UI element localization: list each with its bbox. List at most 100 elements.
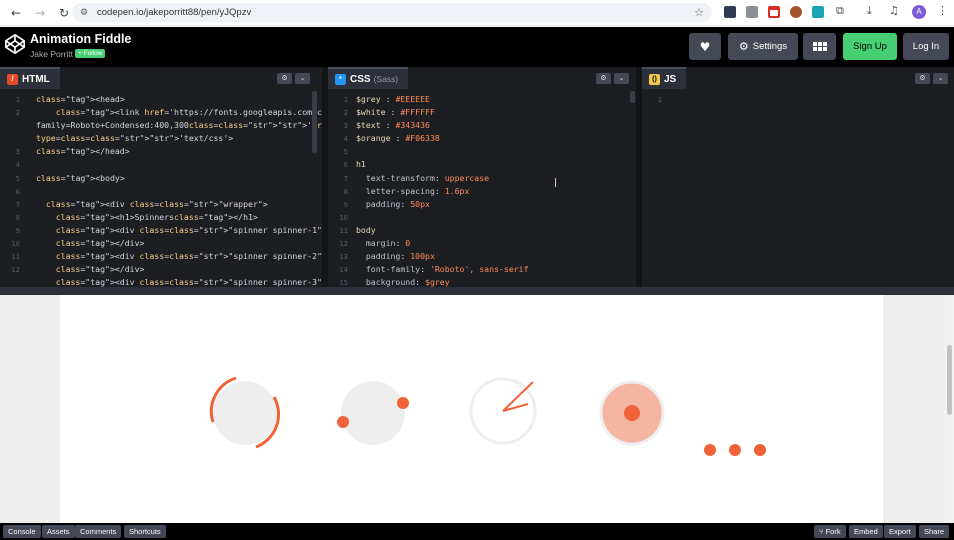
pen-author[interactable]: Jake Porritt: [30, 49, 73, 59]
heart-icon: ♥: [699, 39, 711, 54]
css-editor-pane: * CSS (Sass) ⚙ ⌄ 1 2 3 4 5 6 7 8 9 10 11…: [328, 67, 636, 287]
pen-title[interactable]: Animation Fiddle: [30, 32, 131, 46]
code-line[interactable]: class="tag"><body: [36, 173, 120, 183]
extensions-puzzle-icon[interactable]: ⧉: [836, 4, 844, 18]
gear-icon: ⚙: [738, 40, 749, 53]
follow-button[interactable]: + Follow: [75, 49, 106, 58]
js-tab-label: JS: [664, 73, 677, 85]
spinner-4: [599, 380, 665, 446]
preview-scrollbar-thumb[interactable]: [947, 345, 952, 415]
code-line[interactable]: letter-spacing: 1.6px: [356, 186, 470, 196]
codepen-logo-icon[interactable]: [4, 33, 26, 55]
css-code-area[interactable]: $grey : #EEEEEE $white : #FFFFFF $text :…: [356, 93, 529, 289]
code-line[interactable]: class="tag"></div: [36, 264, 140, 274]
preview-scrollbar[interactable]: [945, 295, 954, 523]
code-line[interactable]: $text : #343436: [356, 120, 430, 130]
js-line-numbers: 1: [657, 95, 662, 104]
code-line[interactable]: background: $grey: [356, 277, 450, 287]
code-line[interactable]: class="tag"></head: [36, 146, 125, 156]
bottom-bar: Console Assets Comments Shortcuts ⑂ Fork…: [0, 523, 954, 540]
code-line[interactable]: text-transform: uppercase: [356, 173, 489, 183]
code-line[interactable]: class="tag"><head: [36, 94, 120, 104]
menu-kebab-icon[interactable]: ⋮: [937, 4, 948, 17]
address-bar[interactable]: ⚙ codepen.io/jakeporritt88/pen/yJQpzv ☆: [72, 3, 712, 22]
html-editor-tab[interactable]: / HTML: [0, 67, 60, 89]
js-settings-icon[interactable]: ⚙: [915, 73, 930, 84]
fork-button[interactable]: ⑂ Fork: [814, 525, 846, 538]
download-icon[interactable]: ⤓: [867, 4, 872, 18]
extension-icon-2[interactable]: [746, 6, 758, 18]
code-line[interactable]: class="tag"><link: [36, 107, 140, 117]
forward-icon[interactable]: →: [32, 5, 48, 21]
code-line[interactable]: $white : #FFFFFF: [356, 107, 435, 117]
css-collapse-chevron-icon[interactable]: ⌄: [614, 73, 629, 84]
code-line[interactable]: font-family: 'Roboto', sans-serif: [356, 264, 529, 274]
comments-button[interactable]: Comments: [75, 525, 122, 538]
heart-button[interactable]: ♥: [689, 33, 721, 60]
html-settings-icon[interactable]: ⚙: [277, 73, 292, 84]
preview-area: [0, 295, 954, 523]
code-line[interactable]: class="tag"><div: [36, 277, 135, 287]
html-tab-label: HTML: [22, 73, 50, 85]
shortcuts-button[interactable]: Shortcuts: [124, 525, 166, 538]
assets-button[interactable]: Assets: [42, 525, 75, 538]
extension-icon-1[interactable]: [724, 6, 736, 18]
login-button[interactable]: Log In: [903, 33, 949, 60]
spinners-canvas: [209, 376, 766, 456]
css-tab-label: CSS: [350, 73, 371, 85]
code-line[interactable]: margin: 0: [356, 238, 410, 248]
export-button[interactable]: Export: [884, 525, 916, 538]
embed-button[interactable]: Embed: [849, 525, 883, 538]
layout-grid-icon: [812, 42, 827, 51]
code-line[interactable]: h1: [356, 159, 366, 169]
code-line[interactable]: $grey : #EEEEEE: [356, 94, 430, 104]
css-settings-icon[interactable]: ⚙: [596, 73, 611, 84]
media-icon[interactable]: ♫: [889, 4, 899, 17]
settings-button[interactable]: ⚙ Settings: [728, 33, 798, 60]
code-line[interactable]: padding: 100px: [356, 251, 435, 261]
preview-resizer[interactable]: [0, 287, 954, 295]
signup-button[interactable]: Sign Up: [843, 33, 897, 60]
gmail-icon[interactable]: [768, 6, 780, 18]
change-view-button[interactable]: [803, 33, 836, 60]
code-line[interactable]: type=class=class="str">"str": [36, 133, 174, 143]
spinner-5: [704, 444, 766, 456]
html-lang-icon: /: [7, 73, 18, 85]
bookmark-star-icon[interactable]: ☆: [694, 6, 704, 19]
extension-icon-5[interactable]: [812, 6, 824, 18]
reload-icon[interactable]: ↻: [56, 5, 72, 21]
js-editor-pane: () JS ⚙ ⌄ 1: [642, 67, 954, 287]
html-editor-pane: / HTML ⚙ ⌄ 1 2 3 4 5 6 7 8 9 10 11 12 cl…: [0, 67, 396, 287]
text-cursor-icon: [555, 178, 556, 187]
profile-avatar[interactable]: A: [912, 5, 926, 19]
fork-icon: ⑂: [819, 527, 824, 536]
spinner-1: [209, 376, 281, 449]
preview-wrapper: [60, 295, 883, 523]
code-line[interactable]: class="tag"><div: [36, 251, 135, 261]
console-button[interactable]: Console: [3, 525, 41, 538]
share-button[interactable]: Share: [919, 525, 950, 538]
url-text[interactable]: codepen.io/jakeporritt88/pen/yJQpzv: [97, 7, 251, 18]
site-info-icon[interactable]: ⚙: [80, 8, 90, 18]
js-lang-icon: (): [649, 73, 660, 85]
back-icon[interactable]: ←: [8, 5, 24, 21]
fork-label: Fork: [825, 527, 841, 536]
html-line-numbers: 1 2 3 4 5 6 7 8 9 10 11 12: [11, 95, 20, 275]
css-scrollbar[interactable]: [630, 91, 635, 103]
html-collapse-chevron-icon[interactable]: ⌄: [295, 73, 310, 84]
codepen-header: Animation Fiddle Jake Porritt + Follow ♥…: [0, 27, 954, 67]
code-line[interactable]: family=Roboto+Condensed:400,300class=cla…: [36, 120, 302, 130]
extension-icon-4[interactable]: [790, 6, 802, 18]
js-collapse-chevron-icon[interactable]: ⌄: [933, 73, 948, 84]
code-line[interactable]: $orange : #F06338: [356, 133, 440, 143]
code-line[interactable]: class="tag"></div: [36, 238, 140, 248]
editors-area: / HTML ⚙ ⌄ 1 2 3 4 5 6 7 8 9 10 11 12 cl…: [0, 67, 954, 287]
js-editor-tab[interactable]: () JS: [642, 67, 687, 89]
code-line[interactable]: class="tag"><div: [36, 225, 135, 235]
code-line[interactable]: body: [356, 225, 376, 235]
css-editor-tab[interactable]: * CSS (Sass): [328, 67, 409, 89]
code-line[interactable]: padding: 50px: [356, 199, 430, 209]
code-line[interactable]: class="tag"><h1: [36, 212, 130, 222]
html-scrollbar[interactable]: [312, 91, 317, 153]
code-line[interactable]: class="tag"><div: [36, 199, 125, 209]
